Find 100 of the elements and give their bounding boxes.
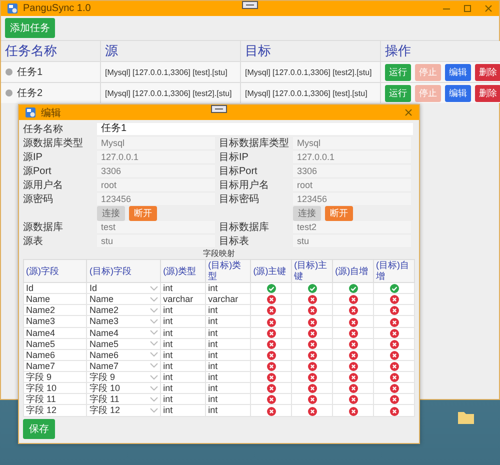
column-header: (源)自增: [332, 260, 374, 282]
input-field[interactable]: 123456: [293, 193, 411, 205]
column-header: (目标)自增: [374, 260, 414, 282]
table-cell: int: [160, 360, 206, 372]
input-field[interactable]: test: [97, 221, 215, 233]
field-label: 目标数据库类型: [219, 136, 290, 150]
table-cell: int: [206, 404, 251, 416]
input-field[interactable]: Mysql: [293, 137, 411, 149]
column-header: (源)类型: [160, 260, 206, 282]
table-cell: [Mysql] [127.0.0.1,3306] [test].[stu]: [241, 82, 381, 103]
table-cell: int: [160, 382, 206, 394]
input-field[interactable]: 127.0.0.1: [293, 151, 411, 163]
input-field[interactable]: root: [97, 179, 215, 191]
input-field[interactable]: 3306: [293, 165, 411, 177]
field-label: 目标用户名: [219, 178, 270, 192]
column-header: (目标)类型: [206, 260, 251, 282]
input-field[interactable]: test2: [293, 221, 411, 233]
task-name-field[interactable]: 任务1: [97, 123, 413, 135]
table-cell: int: [160, 316, 206, 327]
table-cell: int: [206, 360, 251, 372]
column-header: (目标)主键: [292, 260, 333, 282]
run-button[interactable]: 运行: [385, 84, 411, 102]
table-cell: int: [160, 404, 206, 416]
save-button[interactable]: 保存: [23, 418, 55, 438]
table-cell: int: [206, 394, 251, 405]
table-cell: Name5: [24, 338, 87, 350]
column-header: (源)字段: [24, 260, 87, 282]
input-field[interactable]: root: [293, 179, 411, 191]
target-field-dropdown[interactable]: Name7: [86, 360, 161, 372]
table-cell: int: [206, 327, 251, 338]
target-field-dropdown[interactable]: Name5: [86, 338, 161, 350]
input-field[interactable]: 3306: [97, 165, 215, 177]
target-field-dropdown[interactable]: 字段 11: [86, 394, 161, 405]
disconnect-button[interactable]: 断开: [129, 206, 157, 220]
input-field[interactable]: stu: [293, 235, 411, 247]
field-label: 目标表: [219, 234, 250, 248]
field-label: 源密码: [23, 192, 54, 206]
target-field-dropdown[interactable]: Id: [86, 282, 161, 294]
field-label: 源IP: [23, 151, 44, 164]
field-label: 源Port: [23, 165, 52, 178]
input-field[interactable]: Mysql: [97, 137, 215, 149]
target-field-dropdown[interactable]: 字段 9: [86, 372, 161, 383]
field-label: 目标密码: [219, 192, 260, 206]
edit-button[interactable]: 编辑: [445, 64, 471, 80]
table-cell: int: [206, 372, 251, 383]
target-field-dropdown[interactable]: Name3: [86, 316, 161, 327]
task-name: 任务2: [17, 87, 43, 100]
table-cell: int: [206, 282, 251, 294]
field-label: 目标Port: [219, 164, 258, 178]
field-label: 源数据库类型: [23, 136, 84, 150]
target-field-dropdown[interactable]: 字段 10: [86, 382, 161, 394]
table-cell: int: [206, 304, 251, 316]
column-header: (目标)字段: [86, 260, 161, 282]
close-icon[interactable]: [404, 108, 413, 117]
field-label: 目标IP: [219, 150, 250, 164]
table-cell: int: [160, 338, 206, 350]
target-field-dropdown[interactable]: Name6: [86, 349, 161, 360]
disconnect-button[interactable]: 断开: [325, 206, 353, 220]
table-cell: int: [206, 338, 251, 350]
table-cell: int: [160, 372, 206, 383]
run-button[interactable]: 运行: [385, 64, 411, 80]
maximize-icon[interactable]: [463, 4, 472, 13]
add-task-button[interactable]: 添加任务: [5, 18, 55, 38]
input-field[interactable]: stu: [97, 235, 215, 247]
table-cell: Name7: [24, 360, 87, 372]
folder-icon[interactable]: [458, 410, 474, 424]
close-icon[interactable]: [484, 4, 493, 13]
table-cell: varchar: [160, 294, 206, 305]
table-cell: 字段 10: [24, 382, 87, 394]
table-cell: int: [206, 316, 251, 327]
target-field-dropdown[interactable]: 字段 12: [86, 404, 161, 416]
delete-button[interactable]: 删除: [475, 64, 500, 80]
table-cell: int: [160, 282, 206, 294]
target-field-dropdown[interactable]: Name4: [86, 327, 161, 338]
target-field-dropdown[interactable]: Name: [86, 294, 161, 305]
window-title: PanguSync 1.0: [23, 3, 91, 14]
input-field[interactable]: 127.0.0.1: [97, 151, 215, 163]
edit-button[interactable]: 编辑: [445, 84, 471, 102]
table-cell: Name4: [24, 327, 87, 338]
section-caption: 字段映射: [202, 248, 236, 259]
table-cell: varchar: [206, 294, 251, 305]
table-cell: [Mysql] [127.0.0.1,3306] [test2].[stu]: [241, 61, 381, 82]
field-label: 源数据库: [23, 220, 64, 234]
app-icon: [25, 107, 36, 118]
table-cell: Name2: [24, 304, 87, 316]
delete-button[interactable]: 删除: [475, 84, 500, 102]
input-field[interactable]: 123456: [97, 193, 215, 205]
drag-handle-icon[interactable]: [211, 105, 227, 113]
table-cell: int: [160, 394, 206, 405]
window-title: 编辑: [41, 106, 61, 120]
drag-handle-icon[interactable]: [242, 1, 258, 9]
field-label: 目标数据库: [219, 220, 270, 234]
table-cell: 字段 12: [24, 404, 87, 416]
table-cell: [Mysql] [127.0.0.1,3306] [test].[stu]: [101, 61, 241, 82]
table-cell: [Mysql] [127.0.0.1,3306] [test2].[stu]: [101, 82, 241, 103]
target-field-dropdown[interactable]: Name2: [86, 304, 161, 316]
table-cell: Id: [24, 282, 87, 294]
table-cell: int: [160, 327, 206, 338]
field-label: 源用户名: [23, 178, 64, 192]
table-cell: int: [206, 349, 251, 360]
